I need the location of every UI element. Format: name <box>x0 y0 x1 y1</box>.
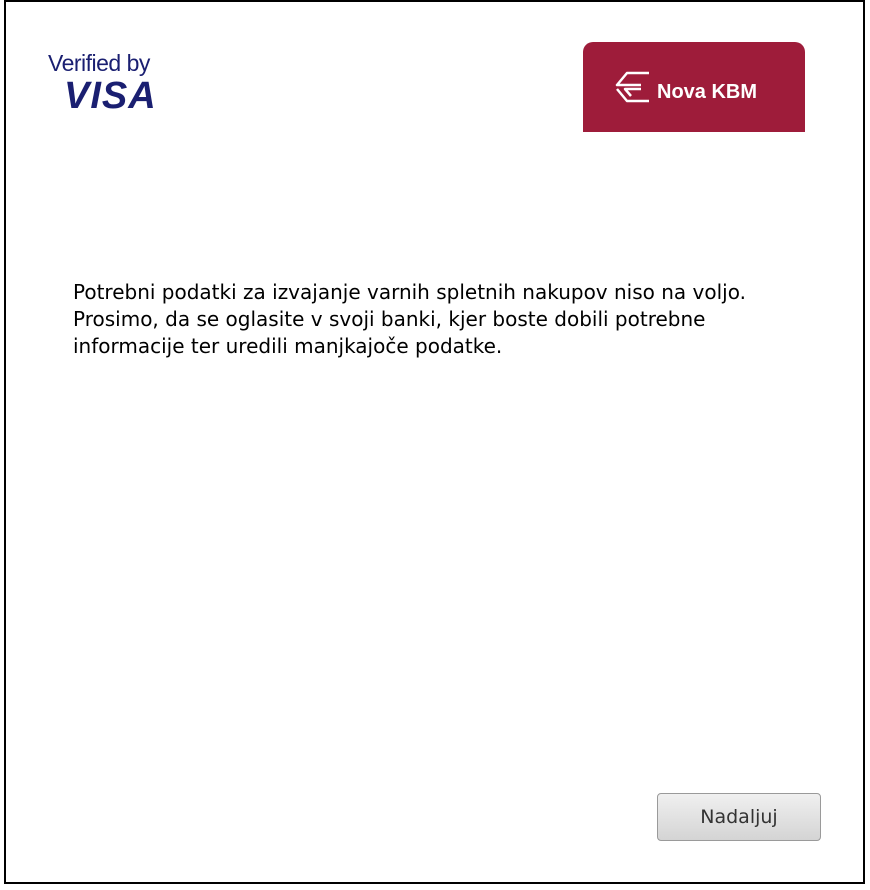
nova-kbm-logo: Nova KBM <box>583 42 805 132</box>
nkbm-arrow-emblem-icon <box>615 71 649 103</box>
visa-logo-line1: Verified by <box>48 50 150 76</box>
continue-button[interactable]: Nadaljuj <box>657 793 821 841</box>
dialog-frame: Verified by VISA Nova KBM Potrebni podat… <box>4 0 865 884</box>
info-message: Potrebni podatki za izvajanje varnih spl… <box>73 280 746 358</box>
verified-by-visa-logo: Verified by VISA <box>48 50 188 122</box>
visa-logo-line2: VISA <box>64 75 157 117</box>
bank-name: Nova KBM <box>657 80 758 103</box>
